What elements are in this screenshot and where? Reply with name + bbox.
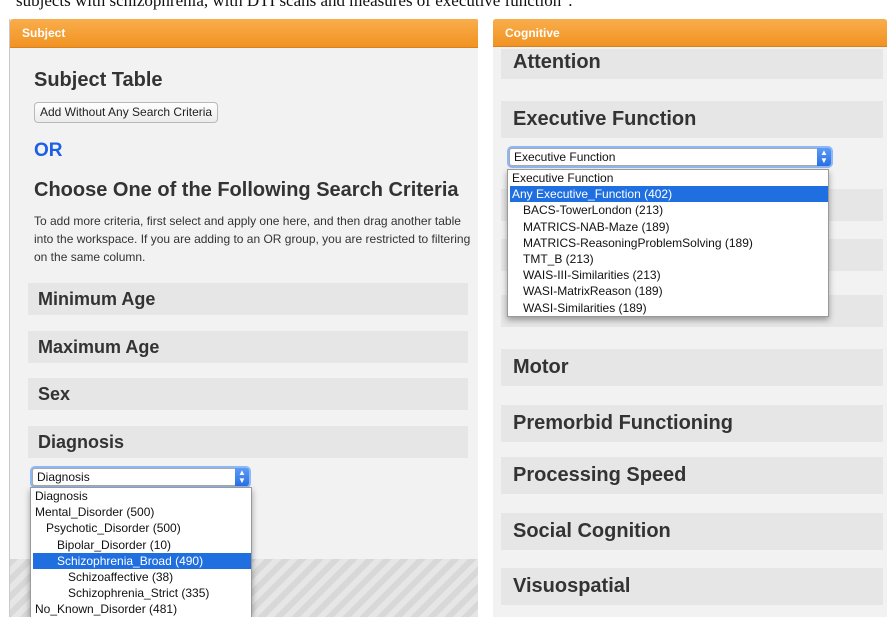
executive-function-option[interactable]: WAIS-III-Similarities (213) [510,267,828,283]
updown-chevron-icon[interactable]: ▲ ▼ [235,468,249,486]
executive-function-option[interactable]: TMT_B (213) [510,251,828,267]
add-without-criteria-button[interactable]: Add Without Any Search Criteria [34,102,219,123]
executive-function-option[interactable]: BACS-TowerLondon (213) [510,202,828,218]
executive-function-dropdown-list[interactable]: Executive Function Any Executive_Function… [507,169,829,317]
or-label: OR [34,140,63,161]
subject-table-title: Subject Table [34,69,163,91]
section-processing-speed[interactable]: Processing Speed [501,457,883,494]
executive-function-option[interactable]: Executive Function [510,170,828,186]
cognitive-panel: Cognitive Attention Executive Function M… [493,19,887,617]
diagnosis-select[interactable]: Diagnosis ▲ ▼ [32,468,249,486]
executive-function-option[interactable]: MATRICS-NAB-Maze (189) [510,219,828,235]
diagnosis-option[interactable]: Bipolar_Disorder (10) [33,537,251,553]
section-motor[interactable]: Motor [501,349,883,386]
cognitive-panel-header[interactable]: Cognitive [493,19,887,47]
executive-function-option[interactable]: MATRICS-ReasoningProblemSolving (189) [510,235,828,251]
diagnosis-option[interactable]: Schizophrenia_Broad (490) [33,552,251,569]
diagnosis-option[interactable]: Psychotic_Disorder (500) [33,520,251,536]
subject-panel: Subject Subject Table Add Without Any Se… [9,19,478,617]
section-attention[interactable]: Attention [501,49,883,79]
subject-panel-header[interactable]: Subject [10,19,478,48]
diagnosis-option[interactable]: Diagnosis [33,488,251,504]
section-social-cognition[interactable]: Social Cognition [501,513,883,550]
section-maximum-age[interactable]: Maximum Age [28,331,468,363]
executive-function-select[interactable]: Executive Function ▲ ▼ [509,148,831,166]
diagnosis-dropdown-list[interactable]: Diagnosis Mental_Disorder (500) Psychotic_… [30,487,252,617]
section-diagnosis[interactable]: Diagnosis [28,426,468,458]
section-minimum-age[interactable]: Minimum Age [28,283,468,315]
executive-function-option[interactable]: Any Executive_Function (402) [510,186,828,203]
section-sex[interactable]: Sex [28,378,468,410]
updown-chevron-icon[interactable]: ▲ ▼ [817,148,831,166]
diagnosis-option[interactable]: Schizoaffective (38) [33,569,251,585]
executive-function-option[interactable]: WASI-MatrixReason (189) [510,283,828,299]
executive-function-option[interactable]: WASI-Similarities (189) [510,300,828,316]
section-executive-function[interactable]: Executive Function [501,101,883,138]
diagnosis-select-value: Diagnosis [37,470,90,484]
diagnosis-option[interactable]: Schizophrenia_Strict (335) [33,585,251,601]
section-visuospatial[interactable]: Visuospatial [501,568,883,605]
diagnosis-option[interactable]: No_Known_Disorder (481) [33,601,251,617]
section-premorbid-functioning[interactable]: Premorbid Functioning [501,405,883,442]
executive-select-value: Executive Function [514,150,616,164]
instructions-text: To add more criteria, first select and a… [34,214,471,264]
caption-text: subjects with schizophrenia, with DTI sc… [16,0,573,10]
choose-criteria-title: Choose One of the Following Search Crite… [34,179,459,201]
diagnosis-option[interactable]: Mental_Disorder (500) [33,504,251,520]
